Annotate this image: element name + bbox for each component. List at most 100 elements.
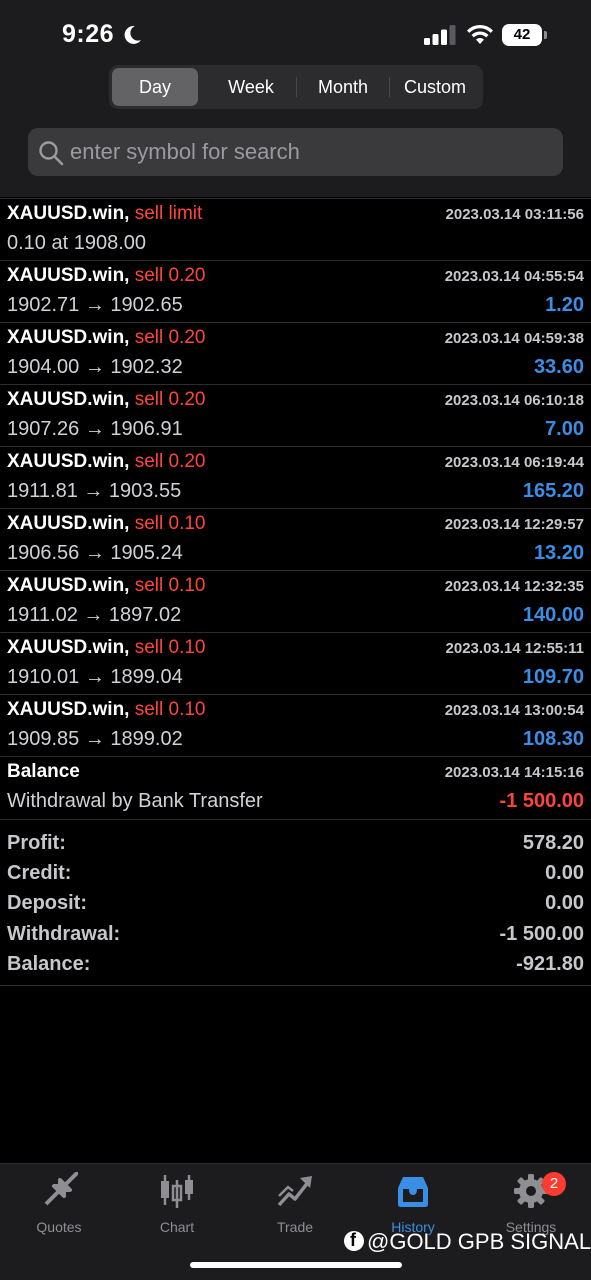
tab-label: Quotes bbox=[36, 1219, 82, 1235]
wifi-icon bbox=[467, 24, 493, 44]
summary-label: Profit: bbox=[7, 832, 66, 854]
tab-quotes[interactable]: Quotes bbox=[0, 1172, 118, 1242]
summary-balance: Balance: -921.80 bbox=[0, 953, 591, 983]
deal-row[interactable]: XAUUSD.win, sell 0.10 2023.03.14 12:29:5… bbox=[0, 508, 591, 570]
balance-title: Balance bbox=[7, 761, 80, 782]
deal-type: sell 0.10 bbox=[134, 637, 206, 658]
deal-time: 2023.03.14 12:55:11 bbox=[445, 640, 584, 657]
status-time: 9:26 bbox=[62, 20, 115, 48]
history-inbox-icon bbox=[398, 1177, 428, 1207]
deal-time: 2023.03.14 13:00:54 bbox=[444, 702, 584, 719]
deal-prices: 1904.00 → 1902.32 bbox=[7, 356, 183, 378]
quotes-arrows-icon bbox=[44, 1172, 78, 1206]
deal-type: sell 0.20 bbox=[134, 327, 206, 348]
battery-indicator: 42 bbox=[502, 24, 542, 46]
balance-time: 2023.03.14 14:15:16 bbox=[444, 764, 584, 781]
summary-label: Deposit: bbox=[7, 892, 87, 914]
deal-profit: 1.20 bbox=[545, 294, 584, 316]
deal-type: sell limit bbox=[134, 203, 203, 224]
deal-symbol: XAUUSD.win, bbox=[7, 203, 130, 224]
deal-symbol: XAUUSD.win, bbox=[7, 575, 130, 596]
deal-row[interactable]: XAUUSD.win, sell 0.20 2023.03.14 04:55:5… bbox=[0, 260, 591, 322]
deal-row[interactable]: XAUUSD.win, sell 0.10 2023.03.14 12:55:1… bbox=[0, 632, 591, 694]
tab-label: Trade bbox=[276, 1219, 314, 1235]
summary-value: 578.20 bbox=[522, 832, 584, 854]
deal-time: 2023.03.14 06:19:44 bbox=[444, 454, 584, 471]
deal-prices: 1906.56 → 1905.24 bbox=[7, 542, 183, 564]
deal-time: 2023.03.14 12:32:35 bbox=[444, 578, 584, 595]
deal-symbol: XAUUSD.win, bbox=[7, 451, 130, 472]
summary-profit: Profit: 578.20 bbox=[0, 832, 591, 862]
deal-time: 2023.03.14 12:29:57 bbox=[444, 516, 584, 533]
balance-amount: -1 500.00 bbox=[499, 790, 584, 812]
settings-badge: 2 bbox=[542, 1172, 566, 1196]
deal-time: 2023.03.14 03:11:56 bbox=[445, 206, 584, 223]
deal-row[interactable]: XAUUSD.win, sell 0.20 2023.03.14 04:59:3… bbox=[0, 322, 591, 384]
tab-chart[interactable]: Chart bbox=[118, 1172, 236, 1242]
deal-profit: 109.70 bbox=[522, 666, 584, 688]
deal-profit: 7.00 bbox=[545, 418, 584, 440]
deal-row[interactable]: XAUUSD.win, sell 0.10 2023.03.14 13:00:5… bbox=[0, 694, 591, 756]
period-tab-month[interactable]: Month bbox=[297, 68, 389, 106]
candlestick-chart-icon bbox=[161, 1175, 193, 1208]
deal-profit: 165.20 bbox=[522, 480, 584, 502]
deal-row[interactable]: XAUUSD.win, sell 0.20 2023.03.14 06:19:4… bbox=[0, 446, 591, 508]
deal-symbol: XAUUSD.win, bbox=[7, 513, 130, 534]
period-tab-day[interactable]: Day bbox=[112, 68, 198, 106]
deal-symbol: XAUUSD.win, bbox=[7, 389, 130, 410]
balance-comment: Withdrawal by Bank Transfer bbox=[7, 790, 263, 812]
deal-prices: 1910.01 → 1899.04 bbox=[7, 666, 183, 688]
deal-time: 2023.03.14 04:55:54 bbox=[444, 268, 584, 285]
deal-type: sell 0.10 bbox=[134, 699, 206, 720]
history-list: XAUUSD.win, sell limit 2023.03.14 03:11:… bbox=[0, 198, 591, 818]
deal-time: 2023.03.14 06:10:18 bbox=[444, 392, 584, 409]
deal-profit: 108.30 bbox=[522, 728, 584, 750]
deal-type: sell 0.10 bbox=[134, 513, 206, 534]
summary-value: 0.00 bbox=[545, 862, 584, 884]
search-icon bbox=[39, 141, 64, 166]
summary-deposit: Deposit: 0.00 bbox=[0, 892, 591, 922]
deal-type: sell 0.10 bbox=[134, 575, 206, 596]
summary-value: -921.80 bbox=[516, 953, 584, 975]
deal-prices: 1911.02 → 1897.02 bbox=[7, 604, 182, 626]
deal-profit: 13.20 bbox=[533, 542, 584, 564]
deal-profit: 140.00 bbox=[522, 604, 584, 626]
deal-prices: 1909.85 → 1899.02 bbox=[7, 728, 183, 750]
deal-profit: 33.60 bbox=[533, 356, 584, 378]
watermark-text: @GOLD GPB SIGNALS bbox=[367, 1229, 591, 1254]
period-tab-custom[interactable]: Custom bbox=[390, 68, 480, 106]
deal-row[interactable]: XAUUSD.win, sell 0.10 2023.03.14 12:32:3… bbox=[0, 570, 591, 632]
tab-trade[interactable]: Trade bbox=[236, 1172, 354, 1242]
deal-row[interactable]: XAUUSD.win, sell limit 2023.03.14 03:11:… bbox=[0, 198, 591, 260]
summary-value: -1 500.00 bbox=[499, 923, 584, 945]
signal-icon bbox=[424, 25, 456, 45]
deal-prices: 1907.26 → 1906.91 bbox=[7, 418, 183, 440]
deal-row[interactable]: XAUUSD.win, sell 0.20 2023.03.14 06:10:1… bbox=[0, 384, 591, 446]
summary-withdrawal: Withdrawal: -1 500.00 bbox=[0, 923, 591, 953]
deal-symbol: XAUUSD.win, bbox=[7, 637, 130, 658]
deal-time: 2023.03.14 04:59:38 bbox=[444, 330, 584, 347]
deal-type: sell 0.20 bbox=[134, 389, 206, 410]
period-selector: Day Week Month Custom bbox=[109, 65, 483, 109]
watermark: @GOLD GPB SIGNALS bbox=[344, 1229, 591, 1255]
deal-symbol: XAUUSD.win, bbox=[7, 699, 130, 720]
search-input[interactable] bbox=[70, 128, 550, 176]
battery-tip bbox=[544, 31, 547, 39]
summary-value: 0.00 bbox=[545, 892, 584, 914]
search-bar bbox=[28, 128, 563, 176]
status-bar: 9:26 42 bbox=[0, 0, 591, 64]
deal-prices: 1902.71 → 1902.65 bbox=[7, 294, 183, 316]
trade-trend-icon bbox=[277, 1176, 312, 1207]
tab-label: Chart bbox=[159, 1219, 195, 1235]
deal-prices: 1911.81 → 1903.55 bbox=[7, 480, 182, 502]
summary-credit: Credit: 0.00 bbox=[0, 862, 591, 892]
facebook-icon bbox=[344, 1230, 364, 1251]
period-tab-week[interactable]: Week bbox=[205, 68, 297, 106]
deal-type: sell 0.20 bbox=[134, 265, 206, 286]
deal-prices: 0.10 at 1908.00 bbox=[7, 232, 147, 254]
moon-icon bbox=[124, 25, 141, 44]
deal-symbol: XAUUSD.win, bbox=[7, 265, 130, 286]
mt-history-screen: 9:26 42 Day Week Month Custom enter symb… bbox=[0, 0, 591, 1280]
summary-label: Balance: bbox=[7, 953, 91, 975]
balance-operation-row[interactable]: Balance 2023.03.14 14:15:16 Withdrawal b… bbox=[0, 756, 591, 818]
